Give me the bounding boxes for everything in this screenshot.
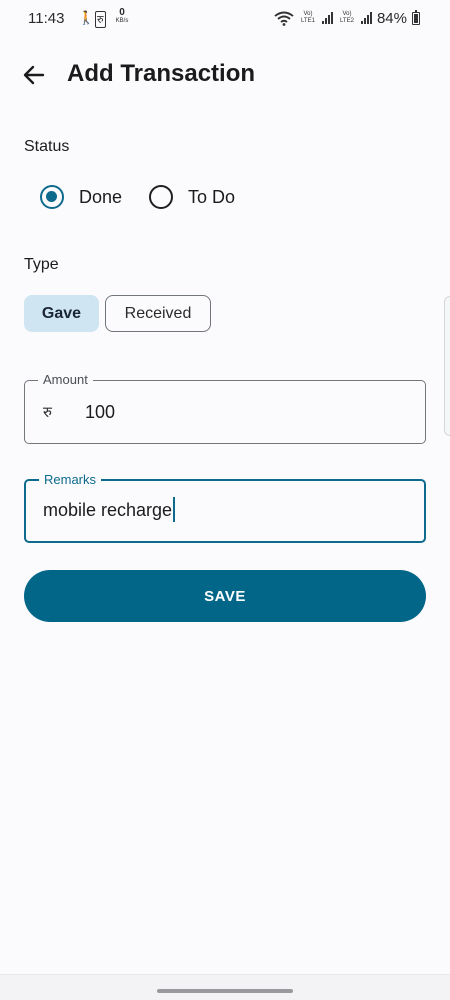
amount-field[interactable]: Amount रु 100 — [24, 372, 426, 444]
home-gesture-handle[interactable] — [157, 989, 293, 993]
status-option-todo[interactable]: To Do — [149, 180, 235, 214]
back-button[interactable] — [18, 58, 52, 92]
remarks-field[interactable]: Remarks mobile recharge — [24, 472, 426, 543]
battery-icon — [412, 9, 420, 25]
add-transaction-screen: 11:43 🚶 रु 0 KB/s Vo) LTE1 Vo) LTE2 84% — [0, 0, 450, 1000]
radio-selected-icon[interactable] — [40, 185, 64, 209]
battery-percent: 84% — [376, 9, 407, 27]
edge-panel-handle[interactable] — [444, 296, 450, 436]
remarks-field-label: Remarks — [39, 472, 102, 487]
status-time: 11:43 — [28, 10, 65, 27]
wifi-icon — [274, 11, 294, 26]
amount-value[interactable]: 100 — [85, 402, 115, 423]
navigation-bar — [0, 974, 450, 1000]
amount-field-label: Amount — [38, 372, 93, 387]
status-bar: 11:43 🚶 रु 0 KB/s Vo) LTE1 Vo) LTE2 84% — [0, 0, 450, 36]
signal-icon — [321, 12, 333, 24]
text-cursor — [173, 497, 176, 523]
rupee-notification-icon: रु — [95, 11, 106, 28]
notification-icon: 🚶 — [78, 10, 95, 25]
status-option-done[interactable]: Done — [40, 180, 122, 214]
save-button[interactable]: SAVE — [24, 570, 426, 622]
type-received-button[interactable]: Received — [105, 295, 211, 332]
status-section-label: Status — [24, 138, 70, 155]
network-speed: 0 KB/s — [115, 7, 129, 25]
radio-unselected-icon[interactable] — [149, 185, 173, 209]
status-option-label: To Do — [188, 186, 236, 207]
sim1-label: Vo) LTE1 — [301, 11, 315, 24]
sim2-label: Vo) LTE2 — [340, 11, 354, 24]
status-right-group: Vo) LTE1 Vo) LTE2 84% — [274, 8, 420, 28]
page-title: Add Transaction — [67, 60, 256, 87]
currency-prefix: रु — [43, 404, 52, 421]
type-gave-button[interactable]: Gave — [24, 295, 99, 332]
remarks-value[interactable]: mobile recharge — [43, 500, 172, 520]
signal-icon — [360, 12, 372, 24]
remarks-value-wrap[interactable]: mobile recharge — [43, 497, 176, 523]
arrow-left-icon — [23, 65, 45, 85]
status-option-label: Done — [79, 186, 123, 207]
type-section-label: Type — [24, 256, 59, 273]
